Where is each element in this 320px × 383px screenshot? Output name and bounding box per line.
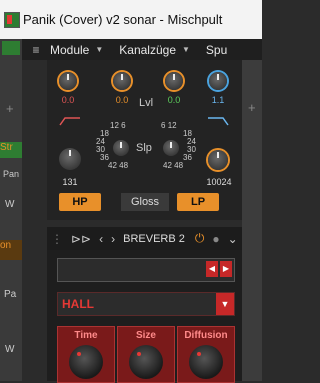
window-title: Panik (Cover) v2 sonar - Mischpult <box>23 12 223 27</box>
add-icon[interactable]: + <box>248 100 256 115</box>
preset-selector[interactable]: ◀ ▶ <box>57 258 235 282</box>
lp-frequency-knob[interactable] <box>208 150 228 170</box>
menu-label: Module <box>50 42 90 57</box>
track-label: Str <box>0 142 22 158</box>
knob-indicator <box>69 150 71 156</box>
eq-gain-value: 0.0 <box>167 95 181 105</box>
menu-modules[interactable]: Module ▼ <box>50 43 103 57</box>
gloss-button[interactable]: Gloss <box>121 193 169 211</box>
eq-gain-knob[interactable] <box>113 72 131 90</box>
power-icon[interactable]: ⏻ <box>195 231 205 246</box>
title-bar[interactable]: Panik (Cover) v2 sonar - Mischpult <box>0 0 262 39</box>
chevron-down-icon: ▼ <box>95 45 104 54</box>
time-label: Time <box>74 330 98 341</box>
knob-indicator <box>217 152 219 158</box>
knob-indicator <box>173 74 175 80</box>
slope-tick: 12 <box>110 121 119 130</box>
menu-tracks[interactable]: Spu <box>206 43 227 57</box>
size-label: Size <box>135 330 156 341</box>
reverb-module: ◀ ▶ HALL ▼ Time Size Diffusion <box>47 250 242 383</box>
lowpass-shape-icon <box>208 117 229 126</box>
next-preset-button[interactable]: ▶ <box>220 261 232 277</box>
menu-label: Kanalzüge <box>119 42 176 57</box>
lp-slope-knob[interactable] <box>163 140 179 156</box>
add-icon[interactable]: + <box>6 101 14 116</box>
reverb-type-dropdown[interactable]: HALL ▼ <box>57 292 235 316</box>
knob-indicator <box>121 74 123 80</box>
slope-tick: 48 <box>119 161 129 170</box>
plugin-name: BREVERB 2 <box>123 232 185 245</box>
menu-icon[interactable]: ≡ <box>22 43 50 57</box>
diffusion-knob[interactable] <box>189 345 223 379</box>
chevron-right-icon[interactable]: › <box>111 232 115 246</box>
eq-gain-knob[interactable] <box>59 72 77 90</box>
collapse-icon[interactable]: ⌄ <box>228 232 238 246</box>
diffusion-control: Diffusion <box>177 326 235 383</box>
level-label: Lvl <box>139 97 154 109</box>
size-control: Size <box>117 326 175 383</box>
status-dot-icon: ● <box>212 231 220 246</box>
eq-gain-knob[interactable] <box>209 72 227 90</box>
track-color-chip <box>2 41 20 55</box>
routing-icon[interactable]: ⊳⊳ <box>71 232 91 246</box>
chevron-down-icon[interactable]: ▼ <box>216 293 234 315</box>
pan-label: Pan <box>3 169 20 179</box>
slope-tick: 36 <box>183 153 192 162</box>
write-label[interactable]: W <box>5 199 14 210</box>
eq-module: 0.0 0.0 Lvl 0.0 1.1 12 6 18 24 30 36 42 … <box>47 60 242 220</box>
track-label: on <box>0 240 22 260</box>
eq-gain-value: 0.0 <box>115 95 129 105</box>
slope-tick: 6 <box>121 121 126 130</box>
slope-tick: 12 <box>167 121 177 130</box>
knob-indicator <box>170 142 172 148</box>
pan-label: Pa <box>4 289 17 300</box>
knob-indicator <box>67 74 69 80</box>
slope-label: Slp <box>136 142 152 154</box>
hp-slope-knob[interactable] <box>113 140 129 156</box>
lp-frequency-value: 10024 <box>206 177 232 187</box>
knob-indicator <box>137 352 141 356</box>
track-strip-left: + Str on Pa W Pan W <box>0 39 22 381</box>
drag-handle-icon[interactable]: ⋮ <box>51 232 63 246</box>
chevron-left-icon[interactable]: ‹ <box>99 232 103 246</box>
knob-indicator <box>197 352 201 356</box>
hp-frequency-value: 131 <box>62 177 78 187</box>
knob-indicator <box>217 74 219 80</box>
track-strip-right: + <box>242 60 262 381</box>
slope-tick: 42 <box>163 161 172 170</box>
lp-toggle-button[interactable]: LP <box>177 193 219 211</box>
slope-tick: 48 <box>174 161 184 170</box>
time-control: Time <box>57 326 115 383</box>
time-knob[interactable] <box>69 345 103 379</box>
diffusion-label: Diffusion <box>184 330 228 341</box>
chevron-down-icon: ▼ <box>182 45 190 54</box>
eq-gain-knob[interactable] <box>165 72 183 90</box>
hp-frequency-knob[interactable] <box>59 148 81 170</box>
knob-indicator <box>120 142 122 148</box>
plugin-header: ⋮ ⊳⊳ ‹ › BREVERB 2 ⏻ ● ⌄ <box>47 227 242 250</box>
size-knob[interactable] <box>129 345 163 379</box>
slope-tick: 6 <box>161 121 166 130</box>
slope-tick: 42 <box>108 161 117 170</box>
menu-channels[interactable]: Kanalzüge ▼ <box>119 43 190 57</box>
hp-toggle-button[interactable]: HP <box>59 193 101 211</box>
eq-gain-value: 1.1 <box>211 95 225 105</box>
menu-label: Spu <box>205 42 228 57</box>
app-icon <box>4 11 20 28</box>
highpass-shape-icon <box>59 117 80 126</box>
write-label[interactable]: W <box>5 344 14 355</box>
previous-preset-button[interactable]: ◀ <box>206 261 218 277</box>
menu-bar: ≡ Module ▼ Kanalzüge ▼ Spu <box>22 39 262 60</box>
reverb-type-value: HALL <box>62 297 94 311</box>
knob-indicator <box>77 352 81 356</box>
eq-gain-value: 0.0 <box>61 95 75 105</box>
